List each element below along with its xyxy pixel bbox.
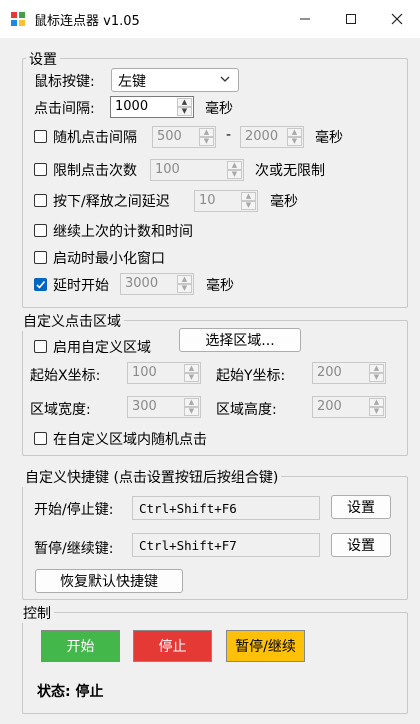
title-bar: 鼠标连点器 v1.05: [0, 0, 420, 38]
pause-resume-key-field[interactable]: Ctrl+Shift+F7: [132, 533, 320, 557]
close-icon: [391, 13, 403, 25]
continue-last-label: 继续上次的计数和时间: [53, 224, 193, 240]
minimize-button[interactable]: [282, 0, 328, 38]
press-release-delay-value: 10: [199, 193, 216, 208]
spin-down-icon[interactable]: ▼: [227, 170, 242, 179]
random-min-spinner[interactable]: 500 ▲ ▼: [152, 126, 216, 148]
enable-region-label: 启用自定义区域: [53, 340, 151, 356]
interval-label: 点击间隔:: [34, 101, 95, 117]
spin-down-icon[interactable]: ▼: [369, 373, 384, 382]
press-release-delay-checkbox[interactable]: [34, 194, 47, 207]
pause-resume-key-label: 暂停/继续键:: [34, 541, 114, 557]
random-interval-unit: 毫秒: [315, 130, 343, 146]
spin-down-icon[interactable]: ▼: [177, 107, 192, 116]
continue-last-checkbox[interactable]: [34, 224, 47, 237]
spin-down-icon[interactable]: ▼: [199, 137, 214, 146]
start-stop-key-label: 开始/停止键:: [34, 502, 114, 518]
spin-down-icon[interactable]: ▼: [241, 201, 256, 210]
press-release-delay-spinner[interactable]: 10 ▲ ▼: [194, 190, 258, 212]
spin-down-icon[interactable]: ▼: [184, 407, 199, 416]
window-title: 鼠标连点器 v1.05: [34, 14, 140, 29]
limit-clicks-label: 限制点击次数: [53, 163, 137, 179]
interval-spinner[interactable]: 1000 ▲ ▼: [110, 96, 194, 118]
restore-default-hotkeys-button[interactable]: 恢复默认快捷键: [35, 569, 183, 593]
random-min-value: 500: [157, 129, 182, 144]
start-y-value: 200: [317, 365, 342, 380]
height-spinner[interactable]: 200 ▲ ▼: [312, 396, 386, 418]
minimize-on-start-label: 启动时最小化窗口: [53, 251, 165, 267]
start-y-spinner[interactable]: 200 ▲ ▼: [312, 362, 386, 384]
mouse-button-select[interactable]: 左键: [111, 68, 239, 92]
spin-up-icon[interactable]: ▲: [227, 161, 242, 170]
delayed-start-label: 延时开始: [53, 278, 109, 294]
spin-up-icon[interactable]: ▲: [184, 398, 199, 407]
enable-region-checkbox[interactable]: [34, 340, 47, 353]
spin-up-icon[interactable]: ▲: [241, 192, 256, 201]
start-x-value: 100: [132, 365, 157, 380]
press-release-delay-label: 按下/释放之间延迟: [53, 194, 170, 210]
delayed-start-unit: 毫秒: [206, 278, 234, 294]
start-stop-key-field[interactable]: Ctrl+Shift+F6: [132, 496, 320, 520]
spin-down-icon[interactable]: ▼: [369, 407, 384, 416]
maximize-icon: [346, 14, 356, 24]
interval-value: 1000: [115, 99, 149, 114]
interval-unit: 毫秒: [205, 101, 233, 117]
settings-group: [22, 58, 408, 308]
control-group-title: 控制: [20, 603, 54, 623]
app-icon: [10, 11, 26, 27]
width-label: 区域宽度:: [30, 402, 91, 418]
checkmark-icon: [36, 280, 46, 289]
height-label: 区域高度:: [216, 402, 277, 418]
spin-up-icon[interactable]: ▲: [369, 364, 384, 373]
random-interval-checkbox[interactable]: [34, 130, 47, 143]
start-x-spinner[interactable]: 100 ▲ ▼: [127, 362, 201, 384]
spin-up-icon[interactable]: ▲: [177, 98, 192, 107]
delayed-start-checkbox[interactable]: [34, 278, 47, 291]
delayed-start-spinner[interactable]: 3000 ▲ ▼: [120, 273, 194, 295]
mouse-button-value: 左键: [118, 74, 146, 90]
random-interval-label: 随机点击间隔: [53, 130, 137, 146]
close-button[interactable]: [374, 0, 420, 38]
chevron-down-icon: [220, 76, 230, 82]
hotkeys-group-title: 自定义快捷键 (点击设置按钮后按组合键): [22, 467, 282, 487]
random-max-spinner[interactable]: 2000 ▲ ▼: [240, 126, 304, 148]
status-text: 状态: 停止: [37, 684, 104, 700]
stop-button[interactable]: 停止: [133, 630, 212, 662]
spin-up-icon[interactable]: ▲: [177, 275, 192, 284]
start-y-label: 起始Y坐标:: [216, 368, 286, 384]
delayed-start-value: 3000: [125, 276, 159, 291]
start-button[interactable]: 开始: [41, 630, 120, 662]
spin-down-icon[interactable]: ▼: [287, 137, 302, 146]
spin-up-icon[interactable]: ▲: [287, 128, 302, 137]
spin-up-icon[interactable]: ▲: [184, 364, 199, 373]
maximize-button[interactable]: [328, 0, 374, 38]
random-in-region-checkbox[interactable]: [34, 432, 47, 445]
spin-up-icon[interactable]: ▲: [199, 128, 214, 137]
settings-group-title: 设置: [26, 49, 60, 69]
start-x-label: 起始X坐标:: [30, 368, 101, 384]
spin-up-icon[interactable]: ▲: [369, 398, 384, 407]
height-value: 200: [317, 399, 342, 414]
limit-clicks-value: 100: [155, 162, 180, 177]
limit-clicks-spinner[interactable]: 100 ▲ ▼: [150, 159, 244, 181]
set-start-stop-key-button[interactable]: 设置: [331, 495, 391, 519]
minimize-on-start-checkbox[interactable]: [34, 251, 47, 264]
random-in-region-label: 在自定义区域内随机点击: [53, 432, 207, 448]
region-group-title: 自定义点击区域: [20, 311, 124, 331]
spin-down-icon[interactable]: ▼: [184, 373, 199, 382]
press-release-delay-unit: 毫秒: [270, 194, 298, 210]
spin-down-icon[interactable]: ▼: [177, 284, 192, 293]
mouse-button-label: 鼠标按键:: [34, 74, 95, 90]
set-pause-resume-key-button[interactable]: 设置: [331, 533, 391, 557]
random-max-value: 2000: [245, 129, 279, 144]
limit-clicks-checkbox[interactable]: [34, 163, 47, 176]
width-spinner[interactable]: 300 ▲ ▼: [127, 396, 201, 418]
select-region-button[interactable]: 选择区域...: [179, 328, 301, 352]
minimize-icon: [300, 18, 310, 20]
range-dash: -: [226, 127, 232, 143]
limit-clicks-suffix: 次或无限制: [255, 163, 325, 179]
width-value: 300: [132, 399, 157, 414]
pause-resume-button[interactable]: 暂停/继续: [226, 630, 305, 662]
